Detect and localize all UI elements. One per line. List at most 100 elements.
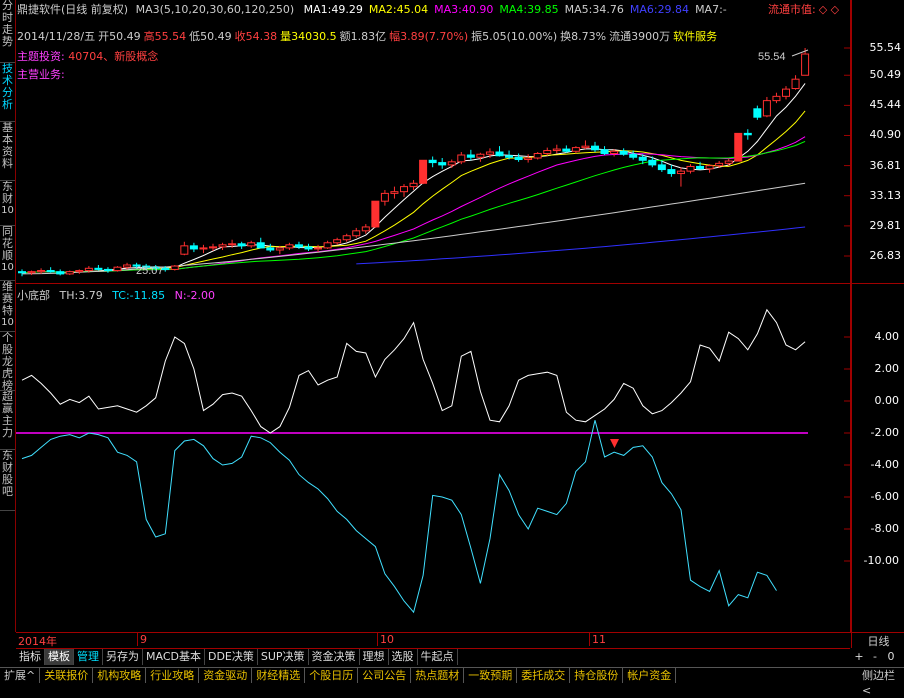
candle bbox=[571, 146, 580, 154]
toolbar-item-1[interactable]: 模板 bbox=[45, 649, 74, 665]
candle bbox=[94, 264, 103, 271]
indicator-tick: -8.00 bbox=[870, 522, 899, 535]
indicator-tick: -4.00 bbox=[870, 458, 899, 471]
toolbar-item-10[interactable]: 牛起点 bbox=[418, 649, 458, 665]
zoom-reset-button[interactable]: 0 bbox=[883, 649, 899, 665]
candle bbox=[113, 266, 122, 272]
toolbar-item-3[interactable]: 另存为 bbox=[103, 649, 143, 665]
side-tab-6[interactable]: 个股龙虎榜 bbox=[0, 332, 15, 391]
side-tab-label: 同花顺 bbox=[2, 226, 13, 262]
bottom-item-3[interactable]: 行业攻略 bbox=[146, 668, 200, 683]
bottom-item-6[interactable]: 个股日历 bbox=[305, 668, 359, 683]
candle bbox=[180, 241, 189, 256]
time-month-10: 10 bbox=[377, 633, 394, 646]
toolbar-item-4[interactable]: MACD基本 bbox=[143, 649, 205, 665]
side-tab-7[interactable]: 超赢主力 bbox=[0, 391, 15, 450]
candle bbox=[753, 105, 762, 120]
toolbar-item-7[interactable]: 资金决策 bbox=[309, 649, 360, 665]
zoom-out-button[interactable]: - bbox=[867, 649, 883, 665]
candle bbox=[743, 129, 752, 140]
bottom-item-5[interactable]: 财经精选 bbox=[252, 668, 306, 683]
period-label[interactable]: 日线 bbox=[851, 633, 904, 648]
candle bbox=[103, 267, 112, 273]
candle bbox=[476, 152, 485, 162]
bottom-item-2[interactable]: 机构攻略 bbox=[93, 668, 147, 683]
time-year: 2014年 bbox=[18, 635, 57, 648]
candle bbox=[447, 159, 456, 169]
candle bbox=[705, 164, 714, 173]
candle bbox=[371, 200, 380, 228]
candle bbox=[18, 269, 26, 277]
candle bbox=[466, 149, 475, 161]
candle bbox=[419, 159, 428, 185]
bottom-item-8[interactable]: 热点题材 bbox=[411, 668, 465, 683]
candle bbox=[400, 184, 408, 197]
bottom-item-1[interactable]: 关联报价 bbox=[40, 668, 94, 683]
candle bbox=[218, 242, 227, 250]
candle bbox=[676, 167, 685, 187]
side-tab-label: 东财股吧 bbox=[2, 450, 13, 498]
high-price-label: 55.54 bbox=[758, 51, 786, 63]
candle bbox=[581, 140, 590, 150]
candle bbox=[524, 154, 533, 163]
side-tab-label: 个股龙虎榜 bbox=[2, 332, 13, 391]
side-tab-5[interactable]: 维赛特 10 bbox=[0, 281, 15, 332]
candle bbox=[782, 86, 790, 100]
candle bbox=[495, 146, 504, 157]
left-tab-strip: 分时走势 技术分析 基本资料 东财 10 同花顺 10 维赛特 10 个股龙虎榜 超赢主力 东财股吧 bbox=[0, 0, 16, 632]
toolbar-item-9[interactable]: 选股 bbox=[389, 649, 418, 665]
toolbar-item-6[interactable]: SUP决策 bbox=[258, 649, 309, 665]
bottom-item-12[interactable]: 帐户资金 bbox=[623, 668, 677, 683]
toolbar-item-5[interactable]: DDE决策 bbox=[205, 649, 258, 665]
candle bbox=[237, 241, 246, 249]
candlestick-chart[interactable]: 55.54 25.07 bbox=[16, 0, 850, 283]
toolbar-item-8[interactable]: 理想 bbox=[360, 649, 389, 665]
side-tab-2[interactable]: 基本资料 bbox=[0, 122, 15, 181]
side-tab-3[interactable]: 东财 10 bbox=[0, 181, 15, 226]
indicator-tick: -10.00 bbox=[863, 554, 899, 567]
side-tab-sub: 10 bbox=[1, 317, 14, 328]
bottom-item-11[interactable]: 持仓股份 bbox=[570, 668, 624, 683]
candle bbox=[600, 146, 609, 155]
side-tab-4[interactable]: 同花顺 10 bbox=[0, 226, 15, 281]
bottom-item-4[interactable]: 资金驱动 bbox=[199, 668, 253, 683]
side-tab-label: 基本资料 bbox=[2, 122, 13, 170]
toolbar-item-0[interactable]: 指标 bbox=[16, 649, 45, 665]
time-month-9: 9 bbox=[137, 633, 147, 646]
candle bbox=[457, 152, 466, 165]
price-tick: 45.44 bbox=[869, 98, 902, 112]
toolbar-item-2[interactable]: 管理 bbox=[74, 649, 103, 665]
bottom-function-bar: 扩展^ 关联报价 机构攻略 行业攻略 资金驱动 财经精选 个股日历 公司公告 热点题材 一致预期委… bbox=[0, 667, 862, 684]
bottom-item-7[interactable]: 公司公告 bbox=[358, 668, 412, 683]
candle bbox=[667, 164, 676, 177]
candle bbox=[65, 270, 74, 276]
candle bbox=[46, 267, 55, 273]
candle bbox=[170, 264, 179, 271]
candle bbox=[304, 243, 313, 252]
candle bbox=[199, 244, 208, 254]
candle bbox=[514, 153, 523, 162]
side-tab-1[interactable]: 技术分析 bbox=[0, 63, 15, 122]
side-tab-0[interactable]: 分时走势 bbox=[0, 0, 15, 63]
time-axis: 2014年 9 10 11 bbox=[16, 633, 850, 649]
oscillator-chart[interactable] bbox=[16, 284, 850, 632]
side-tab-label: 技术分析 bbox=[2, 63, 13, 111]
side-bar-toggle[interactable]: 侧边栏< bbox=[862, 667, 904, 697]
price-axis: 55.54 50.49 45.44 40.90 36.81 33.13 29.81 26.83 bbox=[851, 0, 904, 284]
candle bbox=[27, 270, 36, 276]
candle bbox=[428, 156, 437, 168]
candle bbox=[256, 237, 265, 249]
th-line bbox=[21, 308, 806, 434]
bottom-item-10[interactable]: 委托成交 bbox=[517, 668, 571, 683]
price-tick: 50.49 bbox=[869, 68, 902, 82]
ma-line-120 bbox=[356, 226, 806, 265]
zoom-in-button[interactable]: + bbox=[851, 649, 867, 665]
candle bbox=[772, 92, 781, 104]
side-tab-label: 超赢主力 bbox=[2, 391, 13, 439]
indicator-toolbar: 指标 模板 管理 另存为 MACD基本 DDE决策 SUP决策 资金决策 理想 选股 牛起点 bbox=[16, 649, 850, 666]
bottom-item-9[interactable]: 一致预期 bbox=[464, 668, 518, 683]
time-month-11: 11 bbox=[589, 633, 606, 646]
candle bbox=[791, 75, 800, 90]
side-tab-8[interactable]: 东财股吧 bbox=[0, 450, 15, 511]
bottom-item-0[interactable]: 扩展^ bbox=[0, 668, 41, 683]
